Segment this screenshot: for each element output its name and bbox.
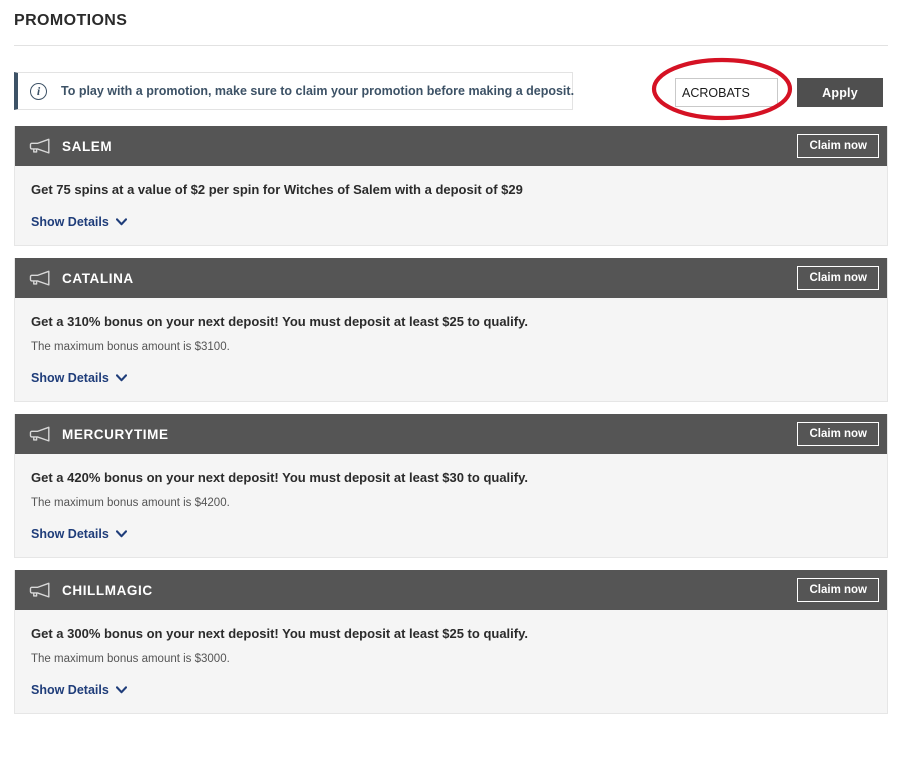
promo-code-label: MERCURYTIME: [62, 426, 169, 442]
claim-now-button[interactable]: Claim now: [797, 578, 879, 602]
megaphone-icon: [29, 270, 50, 286]
apply-button[interactable]: Apply: [797, 78, 883, 107]
promo-card-body: Get a 300% bonus on your next deposit! Y…: [15, 610, 887, 713]
megaphone-icon: [29, 582, 50, 598]
promo-card-header: MERCURYTIME Claim now: [15, 414, 887, 454]
title-divider: [14, 45, 888, 46]
chevron-down-icon: [115, 530, 127, 538]
promo-card-body: Get a 420% bonus on your next deposit! Y…: [15, 454, 887, 557]
show-details-label: Show Details: [31, 215, 109, 229]
show-details-link[interactable]: Show Details: [31, 215, 127, 229]
promo-code-input[interactable]: [675, 78, 778, 107]
chevron-down-icon: [115, 218, 127, 226]
show-details-link[interactable]: Show Details: [31, 371, 127, 385]
claim-now-button[interactable]: Claim now: [797, 134, 879, 158]
megaphone-icon: [29, 138, 50, 154]
promo-subline: The maximum bonus amount is $3000.: [31, 653, 230, 665]
promo-code-entry: Apply: [675, 78, 883, 107]
promo-card-header: CHILLMAGIC Claim now: [15, 570, 887, 610]
promo-card: MERCURYTIME Claim now Get a 420% bonus on …: [14, 414, 888, 558]
promo-subline: The maximum bonus amount is $4200.: [31, 497, 230, 509]
show-details-link[interactable]: Show Details: [31, 683, 127, 697]
promo-headline: Get a 300% bonus on your next deposit! Y…: [31, 626, 528, 641]
promo-headline: Get a 420% bonus on your next deposit! Y…: [31, 470, 528, 485]
promo-card-body: Get a 310% bonus on your next deposit! Y…: [15, 298, 887, 401]
promo-card-header: CATALINA Claim now: [15, 258, 887, 298]
promo-code-label: SALEM: [62, 138, 113, 154]
promotions-page: PROMOTIONS i To play with a promotion, m…: [0, 0, 900, 772]
promo-card: SALEM Claim now Get 75 spins at a value of…: [14, 126, 888, 246]
promo-subline: The maximum bonus amount is $3100.: [31, 341, 230, 353]
promotions-list: SALEM Claim now Get 75 spins at a value of…: [14, 126, 888, 726]
promo-headline: Get 75 spins at a value of $2 per spin f…: [31, 182, 523, 197]
info-circle-icon: i: [30, 82, 47, 100]
show-details-label: Show Details: [31, 371, 109, 385]
chevron-down-icon: [115, 686, 127, 694]
megaphone-icon: [29, 426, 50, 442]
promo-headline: Get a 310% bonus on your next deposit! Y…: [31, 314, 528, 329]
chevron-down-icon: [115, 374, 127, 382]
page-title: PROMOTIONS: [14, 12, 128, 29]
promo-card-header: SALEM Claim now: [15, 126, 887, 166]
claim-now-button[interactable]: Claim now: [797, 266, 879, 290]
promo-code-label: CHILLMAGIC: [62, 582, 153, 598]
show-details-label: Show Details: [31, 683, 109, 697]
promo-card: CHILLMAGIC Claim now Get a 300% bonus on y…: [14, 570, 888, 714]
promo-card: CATALINA Claim now Get a 310% bonus on you…: [14, 258, 888, 402]
show-details-link[interactable]: Show Details: [31, 527, 127, 541]
show-details-label: Show Details: [31, 527, 109, 541]
info-banner: i To play with a promotion, make sure to…: [14, 72, 575, 110]
info-banner-text: To play with a promotion, make sure to c…: [61, 84, 575, 98]
promo-code-label: CATALINA: [62, 270, 134, 286]
promo-card-body: Get 75 spins at a value of $2 per spin f…: [15, 166, 887, 245]
claim-now-button[interactable]: Claim now: [797, 422, 879, 446]
